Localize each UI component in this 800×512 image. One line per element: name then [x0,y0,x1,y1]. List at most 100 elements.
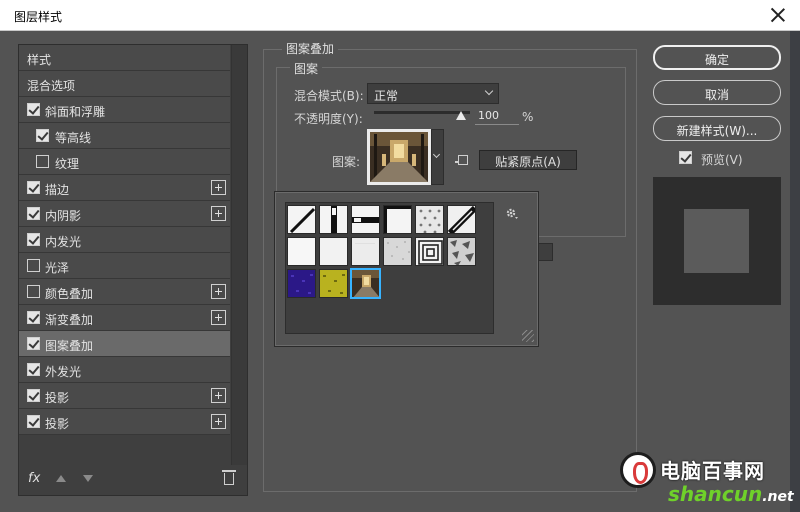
watermark-domain-main: shancun [668,482,763,506]
style-row-label: 内发光 [45,235,82,249]
style-row[interactable]: 渐变叠加 [19,305,230,331]
style-list: 样式混合选项斜面和浮雕等高线纹理描边内阴影内发光光泽颜色叠加渐变叠加图案叠加 外发… [19,45,230,435]
pattern-tile-crumpled-paper[interactable] [447,237,476,266]
pattern-tile-white-paper-3[interactable] [351,237,380,266]
style-checkbox[interactable] [36,155,49,168]
style-checkbox[interactable] [27,259,40,272]
pattern-tile-white-paper[interactable] [287,237,316,266]
add-effect-icon[interactable] [211,414,226,429]
new-style-button[interactable]: 新建样式(W)... [653,116,781,141]
ok-button[interactable]: 确定 [653,45,781,70]
pattern-tile-yellow-grain[interactable] [319,269,348,298]
style-row-label: 颜色叠加 [45,287,94,301]
watermark-domain-tld: .net [762,489,794,505]
style-checkbox[interactable] [27,363,40,376]
style-list-scrollbar[interactable] [231,45,247,465]
style-checkbox[interactable] [27,415,40,428]
pattern-tile-white-paper-2[interactable] [319,237,348,266]
pattern-tile-interior-photo[interactable] [350,268,381,299]
close-icon[interactable] [768,5,788,25]
pattern-tile-black-frame[interactable] [383,205,412,234]
pattern-overlay-group-title: 图案叠加 [282,40,339,57]
opacity-label: 不透明度(Y): [294,112,363,126]
pattern-tile-vertical-bar[interactable] [319,205,348,234]
style-row[interactable]: 光泽 [19,253,230,279]
watermark-title: 电脑百事网 [660,459,765,483]
trash-icon[interactable] [222,470,236,485]
fx-icon[interactable]: fx [28,471,40,486]
scale-input-partial[interactable] [537,243,553,261]
pattern-tile-purple-grain[interactable] [287,269,316,298]
style-row[interactable]: 内阴影 [19,201,230,227]
style-checkbox[interactable] [27,285,40,298]
pattern-tile-grey-noise[interactable] [383,237,412,266]
style-row[interactable]: 颜色叠加 [19,279,230,305]
opacity-unit: % [522,110,534,124]
opacity-input[interactable]: 100 [475,109,519,125]
add-effect-icon[interactable] [211,310,226,325]
style-row[interactable]: 内发光 [19,227,230,253]
style-row[interactable]: 投影 [19,409,230,435]
style-row-label: 混合选项 [27,79,76,93]
style-row[interactable]: 斜面和浮雕 [19,97,230,123]
style-checkbox[interactable] [27,207,40,220]
blend-mode-select[interactable]: 正常 [367,83,499,104]
style-row[interactable]: 投影 [19,383,230,409]
blend-mode-label: 混合模式(B): [294,89,364,103]
style-row[interactable]: 样式 [19,45,230,71]
style-checkbox[interactable] [27,103,40,116]
style-list-footer: fx [19,465,247,495]
style-row[interactable]: 外发光 [19,357,230,383]
style-row[interactable]: 混合选项 [19,71,230,97]
style-row-label: 纹理 [55,157,80,171]
opacity-slider-handle[interactable] [456,111,466,120]
style-row[interactable]: 纹理 [19,149,230,175]
style-checkbox[interactable] [27,233,40,246]
title-bar: 图层样式 [0,0,800,31]
style-row-label: 光泽 [45,261,70,275]
pattern-thumbnail [370,132,428,182]
pattern-tile-diagonal-stripes[interactable] [447,205,476,234]
style-checkbox[interactable] [27,389,40,402]
style-list-panel: 样式混合选项斜面和浮雕等高线纹理描边内阴影内发光光泽颜色叠加渐变叠加图案叠加 外发… [18,44,248,496]
snap-to-origin-button[interactable]: 贴紧原点(A) [479,150,577,170]
pattern-tile-dots-light[interactable] [415,205,444,234]
resize-grip-icon[interactable] [522,330,534,342]
style-row-label: 等高线 [55,131,92,145]
gear-icon[interactable] [506,208,518,220]
style-row-label: 斜面和浮雕 [45,105,106,119]
add-effect-icon[interactable] [211,180,226,195]
pattern-tile-diagonal-line-light[interactable] [287,205,316,234]
chevron-down-icon [432,150,441,159]
preview-checkbox[interactable] [679,151,692,164]
style-checkbox[interactable] [27,311,40,324]
blend-mode-value: 正常 [374,89,399,103]
pattern-swatch[interactable] [367,129,431,185]
cancel-button[interactable]: 取消 [653,80,781,105]
style-row[interactable]: 等高线 [19,123,230,149]
style-checkbox[interactable] [36,129,49,142]
style-row-label: 内阴影 [45,209,82,223]
add-effect-icon[interactable] [211,206,226,221]
new-preset-icon[interactable] [455,155,468,165]
style-row-label: 投影 [45,417,70,431]
preview-label: 预览(V) [701,153,743,167]
style-row-label: 样式 [27,53,52,67]
style-row-label: 投影 [45,391,70,405]
pattern-dropdown-button[interactable] [431,129,444,185]
pattern-tile-square-spiral[interactable] [415,237,444,266]
style-row[interactable]: 描边 [19,175,230,201]
pattern-tile-horizontal-bar[interactable] [351,205,380,234]
background-strip [790,31,800,512]
pattern-label: 图案: [332,155,361,169]
add-effect-icon[interactable] [211,388,226,403]
watermark-domain: shancun.net [668,482,794,506]
move-down-icon[interactable] [83,475,93,482]
move-up-icon[interactable] [56,475,66,482]
watermark-logo [620,452,656,488]
style-row[interactable]: 图案叠加 [19,331,230,357]
add-effect-icon[interactable] [211,284,226,299]
style-checkbox[interactable] [27,181,40,194]
style-row-label: 渐变叠加 [45,313,94,327]
style-checkbox[interactable] [27,337,40,350]
